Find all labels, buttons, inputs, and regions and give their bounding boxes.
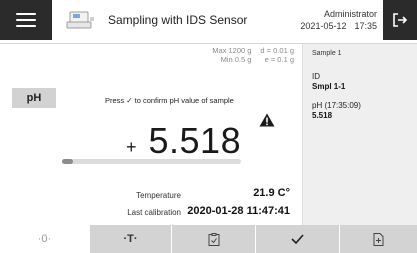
checkmark-icon <box>291 234 304 244</box>
user-name: Administrator <box>323 9 377 19</box>
zero-icon: ·0· <box>37 233 52 245</box>
sample-id-label: ID <box>312 72 320 81</box>
temperature-label: Temperature <box>136 191 181 200</box>
user-info: Administrator 2021-05-12 17:35 <box>300 8 377 32</box>
zero-button[interactable]: ·0· <box>0 225 90 253</box>
add-document-button[interactable] <box>340 225 417 253</box>
mode-badge[interactable]: pH <box>12 88 56 108</box>
clipboard-check-icon <box>208 232 219 246</box>
ph-value: 5.518 <box>148 120 242 161</box>
stability-progress <box>62 159 241 164</box>
tare-button[interactable]: ·T· <box>90 225 172 253</box>
verification-e: e = 0.1 g <box>264 54 294 64</box>
hamburger-menu-icon <box>16 13 36 27</box>
capacity-min: Min 0.5 g <box>220 54 252 64</box>
temperature-value: 21.9 C° <box>253 187 290 199</box>
confirm-button[interactable] <box>256 225 340 253</box>
menu-button[interactable] <box>0 0 52 40</box>
app-title: Sampling with IDS Sensor <box>108 13 248 27</box>
instrument-icon <box>66 11 94 29</box>
bottom-toolbar: ·0· ·T· <box>0 225 417 253</box>
instruction-text: Press ✓ to confirm pH value of sample <box>105 96 234 105</box>
balance-capacity: Max 1200 g Min 0.5 g d = 0.01 g e = 0.1 … <box>212 46 294 64</box>
sample-ph-value: 5.518 <box>312 111 333 120</box>
date: 2021-05-12 <box>300 21 347 31</box>
ph-reading: + 5.518 <box>126 120 241 164</box>
clipboard-button[interactable] <box>172 225 256 253</box>
sample-panel[interactable]: Sample 1 ID Smpl 1-1 pH (17:35:09) 5.518 <box>302 44 417 225</box>
header-bar: Sampling with IDS Sensor Administrator 2… <box>0 0 417 44</box>
add-document-icon <box>373 232 384 246</box>
logout-icon <box>393 13 408 27</box>
calibration-value: 2020-01-28 11:47:41 <box>187 205 290 217</box>
logout-button[interactable] <box>383 0 417 40</box>
time: 17:35 <box>354 21 377 31</box>
sample-ph-label: pH (17:35:09) <box>312 101 361 110</box>
date-time: 2021-05-12 17:35 <box>300 20 377 32</box>
stability-progress-fill <box>62 159 73 164</box>
warning-triangle-icon <box>259 113 275 127</box>
tare-icon: ·T· <box>123 233 138 245</box>
sample-id-value: Smpl 1-1 <box>312 82 346 91</box>
value-sign: + <box>126 137 137 157</box>
sample-title: Sample 1 <box>312 50 342 57</box>
measurement-panel: Max 1200 g Min 0.5 g d = 0.01 g e = 0.1 … <box>0 44 302 225</box>
calibration-label: Last calibration <box>127 208 181 217</box>
